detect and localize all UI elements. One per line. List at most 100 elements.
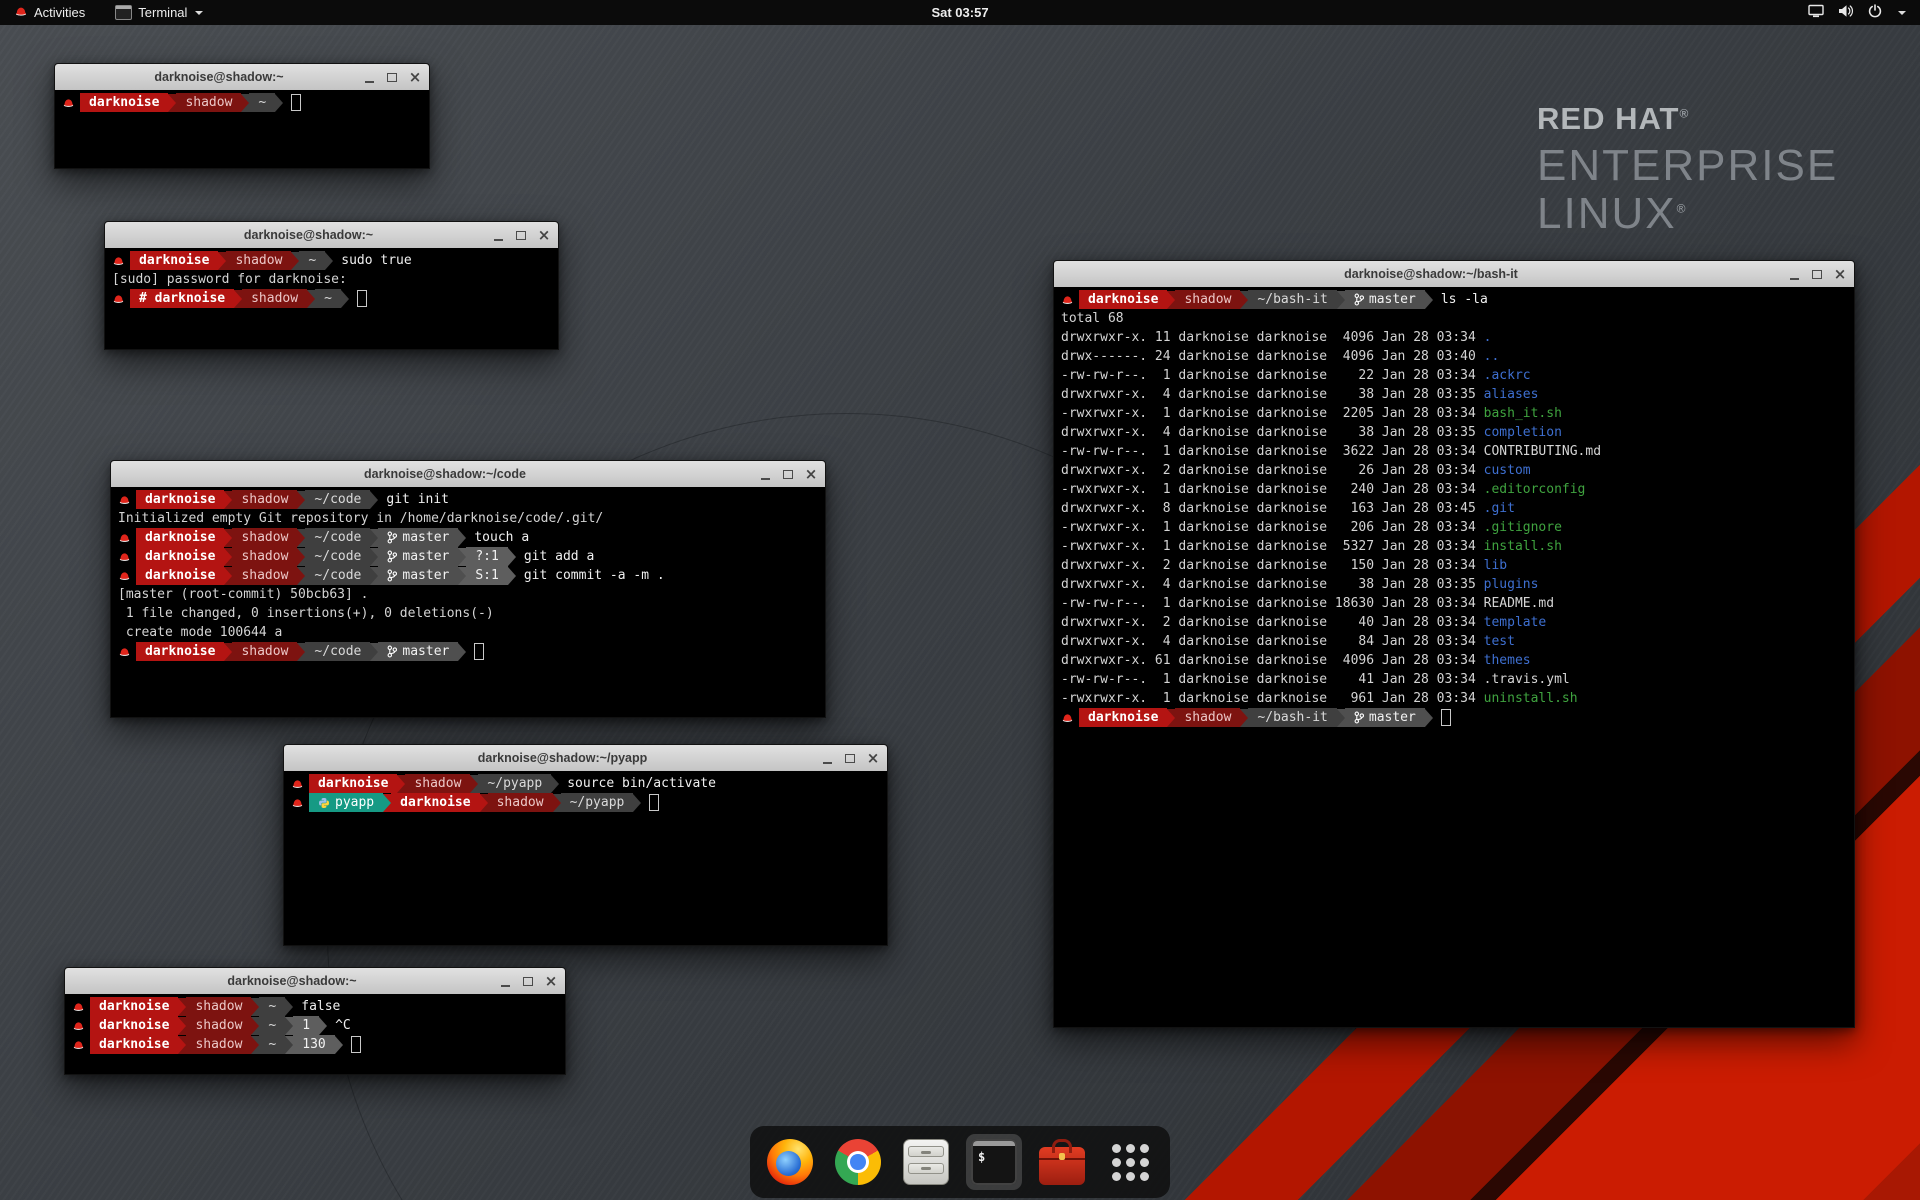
output-line: total 68: [1061, 309, 1854, 328]
terminal-content[interactable]: darknoiseshadow~sudo true[sudo] password…: [105, 248, 558, 349]
prompt-segment-user: darknoise: [136, 547, 224, 566]
powerline-arrow: [370, 643, 378, 661]
file-name: lib: [1484, 558, 1507, 573]
powerline-arrow: [178, 998, 186, 1016]
dock-item-toolbox[interactable]: [1034, 1134, 1090, 1190]
segment-label: shadow: [195, 999, 242, 1014]
powerline-arrow: [224, 491, 232, 509]
dock-item-files[interactable]: [898, 1134, 954, 1190]
segment-label: ~/bash-it: [1257, 292, 1327, 307]
prompt-segment-path: ~/code: [305, 528, 370, 547]
close-button[interactable]: ×: [1831, 265, 1849, 283]
window-titlebar[interactable]: darknoise@shadow:~×: [65, 968, 565, 995]
powerline-arrow: [335, 1036, 343, 1054]
grid-dot: [1126, 1158, 1135, 1167]
maximize-button[interactable]: [383, 68, 401, 86]
close-icon: ×: [538, 228, 551, 243]
dock-item-chrome[interactable]: [830, 1134, 886, 1190]
terminal-content[interactable]: darknoiseshadow~: [55, 90, 429, 168]
branch-icon: [387, 531, 397, 544]
ls-text: drwxrwxr-x. 4 darknoise darknoise 84 Jan…: [1061, 634, 1484, 649]
file-name: .ackrc: [1484, 368, 1531, 383]
redhat-icon: [72, 1021, 85, 1031]
ls-text: -rw-rw-r--. 1 darknoise darknoise 3622 J…: [1061, 444, 1484, 459]
window-titlebar[interactable]: darknoise@shadow:~/code ×: [111, 461, 825, 488]
prompt-segment-user: darknoise: [1079, 290, 1167, 309]
minimize-button[interactable]: [818, 749, 836, 767]
segment-label: shadow: [241, 530, 288, 545]
power-icon[interactable]: [1868, 4, 1882, 21]
segment-label: pyapp: [335, 795, 374, 810]
minimize-button[interactable]: [360, 68, 378, 86]
clock[interactable]: Sat 03:57: [0, 5, 1920, 20]
maximize-button[interactable]: [841, 749, 859, 767]
dock-item-terminal[interactable]: $: [966, 1134, 1022, 1190]
minimize-button[interactable]: [496, 972, 514, 990]
close-button[interactable]: ×: [864, 749, 882, 767]
app-menu[interactable]: Terminal: [111, 0, 207, 25]
system-menu[interactable]: [1808, 4, 1920, 21]
terminal-content[interactable]: darknoiseshadow~/codegit initInitialized…: [111, 487, 825, 717]
powerline-arrow: [458, 567, 466, 585]
terminal-cursor: [474, 643, 484, 660]
prompt-line: darknoiseshadow~/bash-itmasterls -la: [1061, 290, 1854, 309]
window-titlebar[interactable]: darknoise@shadow:~/pyapp ×: [284, 745, 887, 772]
prompt-segment-user: darknoise: [136, 642, 224, 661]
maximize-button[interactable]: [512, 226, 530, 244]
minimize-button[interactable]: [1785, 265, 1803, 283]
terminal-app-icon: [115, 5, 132, 20]
close-button[interactable]: ×: [535, 226, 553, 244]
maximize-button[interactable]: [1808, 265, 1826, 283]
maximize-button[interactable]: [519, 972, 537, 990]
file-name: themes: [1484, 653, 1531, 668]
redhat-icon: [72, 1040, 85, 1050]
powerline-arrow: [1240, 709, 1248, 727]
powerline-arrow: [397, 775, 405, 793]
terminal-content[interactable]: darknoiseshadow~/pyappsource bin/activat…: [284, 771, 887, 945]
segment-label: darknoise: [145, 549, 215, 564]
window-titlebar[interactable]: darknoise@shadow:~×: [105, 222, 558, 249]
close-icon: ×: [867, 751, 880, 766]
display-icon[interactable]: [1808, 4, 1824, 21]
redhat-icon: [72, 1002, 85, 1012]
close-icon: ×: [409, 70, 422, 85]
maximize-button[interactable]: [779, 465, 797, 483]
activities-button[interactable]: Activities: [10, 0, 89, 25]
grid-dot: [1140, 1144, 1149, 1153]
minimize-button[interactable]: [756, 465, 774, 483]
terminal-content[interactable]: darknoiseshadow~/bash-itmasterls -latota…: [1054, 287, 1854, 1027]
terminal-content[interactable]: darknoiseshadow~falsedarknoiseshadow~1^C…: [65, 994, 565, 1074]
minimize-button[interactable]: [489, 226, 507, 244]
prompt-segment-path: ~/bash-it: [1248, 290, 1336, 309]
close-button[interactable]: ×: [542, 972, 560, 990]
powerline-arrow: [325, 252, 333, 270]
powerline-arrow: [178, 1017, 186, 1035]
powerline-arrow: [241, 94, 249, 112]
maximize-glyph: [516, 231, 526, 240]
powerline-arrow: [234, 290, 242, 308]
dock-item-appgrid[interactable]: [1102, 1134, 1158, 1190]
window-title: darknoise@shadow:~/pyapp: [314, 751, 811, 765]
output-line: 1 file changed, 0 insertions(+), 0 delet…: [118, 604, 825, 623]
command-text: ls -la: [1441, 292, 1488, 307]
output-line: [master (root-commit) 50bcb63] .: [118, 585, 825, 604]
ls-text: -rw-rw-r--. 1 darknoise darknoise 41 Jan…: [1061, 672, 1484, 687]
terminal-icon: $: [971, 1139, 1017, 1185]
volume-icon[interactable]: [1838, 4, 1854, 21]
command-text: source bin/activate: [567, 776, 716, 791]
segment-label: darknoise: [1088, 292, 1158, 307]
window-title: darknoise@shadow:~/code: [141, 467, 749, 481]
window-titlebar[interactable]: darknoise@shadow:~×: [55, 64, 429, 91]
window-titlebar[interactable]: darknoise@shadow:~/bash-it×: [1054, 261, 1854, 288]
prompt-segment-user: darknoise: [136, 490, 224, 509]
terminal-window: darknoise@shadow:~/code × darknoise shadow ~…: [110, 460, 826, 718]
dock-item-firefox[interactable]: [762, 1134, 818, 1190]
close-button[interactable]: ×: [802, 465, 820, 483]
prompt-segment-venv: pyapp: [309, 793, 383, 812]
powerline-arrow: [1425, 709, 1433, 727]
window-controls: ×: [756, 461, 820, 487]
segment-label: darknoise: [99, 1018, 169, 1033]
file-name: template: [1484, 615, 1547, 630]
command-text: false: [301, 999, 340, 1014]
close-button[interactable]: ×: [406, 68, 424, 86]
